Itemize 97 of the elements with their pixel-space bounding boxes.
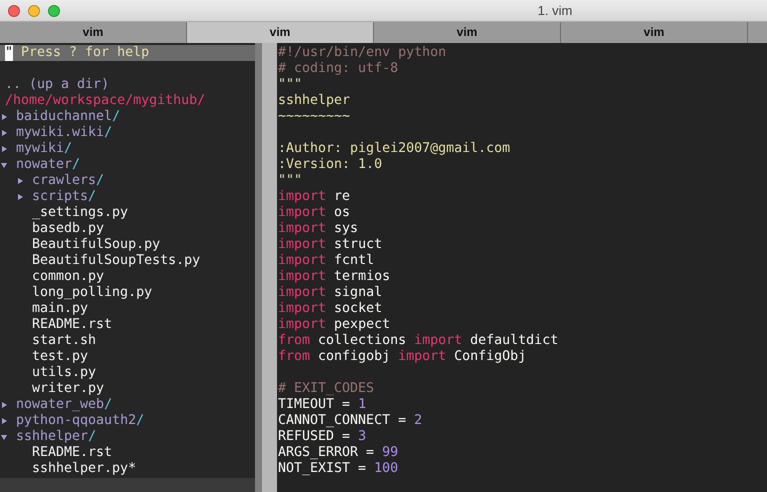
folder-item[interactable]: mywiki.wiki (16, 125, 104, 141)
code-text: re (334, 189, 350, 205)
code-keyword: import (278, 253, 326, 269)
tab[interactable]: vim (561, 22, 748, 43)
code-number: 100 (374, 461, 398, 477)
folder-slash: / (72, 157, 80, 173)
code-string: :Version: 1.0 (278, 157, 382, 173)
code-string: sshhelper (278, 93, 350, 109)
code-text: fcntl (334, 253, 374, 269)
folder-slash: / (96, 173, 104, 189)
cursor-mark: " (5, 45, 13, 61)
disclosure-triangle-icon[interactable] (0, 417, 8, 425)
code-text: TIMEOUT = (278, 397, 350, 413)
code-text: signal (334, 285, 382, 301)
code-keyword: import (278, 189, 326, 205)
zoom-button[interactable] (48, 4, 60, 16)
disclosure-triangle-icon[interactable] (16, 193, 24, 201)
code-keyword: import (398, 349, 446, 365)
code-number: 3 (358, 429, 366, 445)
file-item[interactable]: README.rst (32, 317, 112, 333)
code-number: 2 (414, 413, 422, 429)
file-item[interactable]: BeautifulSoupTests.py (32, 253, 200, 269)
folder-item[interactable]: python-qqoauth2 (16, 413, 136, 429)
up-dir-item[interactable]: .. (up a dir) (5, 77, 110, 93)
disclosure-triangle-icon[interactable] (0, 145, 8, 153)
code-text: struct (334, 237, 382, 253)
file-item[interactable]: long_polling.py (32, 285, 152, 301)
file-item[interactable]: utils.py (32, 365, 96, 381)
folder-item[interactable]: nowater_web (16, 397, 104, 413)
code-string: :Author: piglei2007@gmail.com (278, 141, 510, 157)
code-text: NOT_EXIST = (278, 461, 366, 477)
file-item[interactable]: README.rst (32, 445, 112, 461)
file-item[interactable]: basedb.py (32, 221, 104, 237)
code-string: """ (278, 173, 302, 189)
folder-slash: / (136, 413, 144, 429)
file-item[interactable]: sshhelper.py* (32, 461, 136, 477)
file-item[interactable]: BeautifulSoup.py (32, 237, 160, 253)
file-item[interactable]: start.sh (32, 333, 96, 349)
code-string: ~~~~~~~~~ (278, 109, 350, 125)
code-keyword: import (278, 285, 326, 301)
file-item[interactable]: main.py (32, 301, 88, 317)
disclosure-triangle-icon[interactable] (0, 129, 8, 137)
code-keyword: from (278, 333, 310, 349)
file-item[interactable]: writer.py (32, 381, 104, 397)
tab[interactable]: vim (374, 22, 561, 43)
folder-slash: / (112, 109, 120, 125)
disclosure-triangle-icon[interactable] (0, 113, 8, 121)
code-keyword: import (278, 269, 326, 285)
code-number: 1 (358, 397, 366, 413)
help-text: Press ? for help (21, 45, 150, 61)
code-text: socket (334, 301, 382, 317)
code-keyword: import (278, 237, 326, 253)
file-item[interactable]: _settings.py (32, 205, 128, 221)
code-comment: #!/usr/bin/env python (278, 45, 446, 61)
code-string: """ (278, 77, 302, 93)
folder-item[interactable]: mywiki (16, 141, 64, 157)
disclosure-triangle-icon[interactable] (0, 433, 8, 441)
code-text: ConfigObj (454, 349, 526, 365)
code-text: os (334, 205, 350, 221)
disclosure-triangle-icon[interactable] (0, 161, 8, 169)
code-text: configobj (318, 349, 390, 365)
window-title: 1. vim (536, 3, 574, 18)
file-item[interactable]: test.py (32, 349, 88, 365)
code-keyword: import (278, 301, 326, 317)
folder-item[interactable]: scripts (32, 189, 88, 205)
folder-slash: / (88, 189, 96, 205)
code-text: sys (334, 221, 358, 237)
folder-item[interactable]: crawlers (32, 173, 96, 189)
folder-slash: / (104, 397, 112, 413)
folder-slash: / (104, 125, 112, 141)
code-number: 99 (382, 445, 398, 461)
code-text: REFUSED = (278, 429, 350, 445)
folder-item[interactable]: sshhelper (16, 429, 88, 445)
close-button[interactable] (8, 4, 20, 16)
file-item[interactable]: common.py (32, 269, 104, 285)
code-comment: # coding: utf-8 (278, 61, 398, 77)
disclosure-triangle-icon[interactable] (0, 401, 8, 409)
code-keyword: import (278, 221, 326, 237)
folder-item[interactable]: nowater (16, 157, 72, 173)
disclosure-triangle-icon[interactable] (16, 177, 24, 185)
code-keyword: import (278, 205, 326, 221)
code-keyword: import (414, 333, 462, 349)
code-text: termios (334, 269, 390, 285)
code-keyword: from (278, 349, 310, 365)
tab[interactable]: vim (0, 22, 187, 43)
code-text: ARGS_ERROR = (278, 445, 374, 461)
code-keyword: import (278, 317, 326, 333)
root-path: /home/workspace/mygithub/ (5, 93, 206, 109)
folder-slash: / (88, 429, 96, 445)
code-text: collections (318, 333, 406, 349)
code-comment: # EXIT_CODES (278, 381, 374, 397)
tab[interactable]: vim (187, 22, 374, 43)
folder-item[interactable]: baiduchannel (16, 109, 112, 125)
code-text: defaultdict (470, 333, 558, 349)
folder-slash: / (64, 141, 72, 157)
code-text: pexpect (334, 317, 390, 333)
code-text: CANNOT_CONNECT = (278, 413, 406, 429)
